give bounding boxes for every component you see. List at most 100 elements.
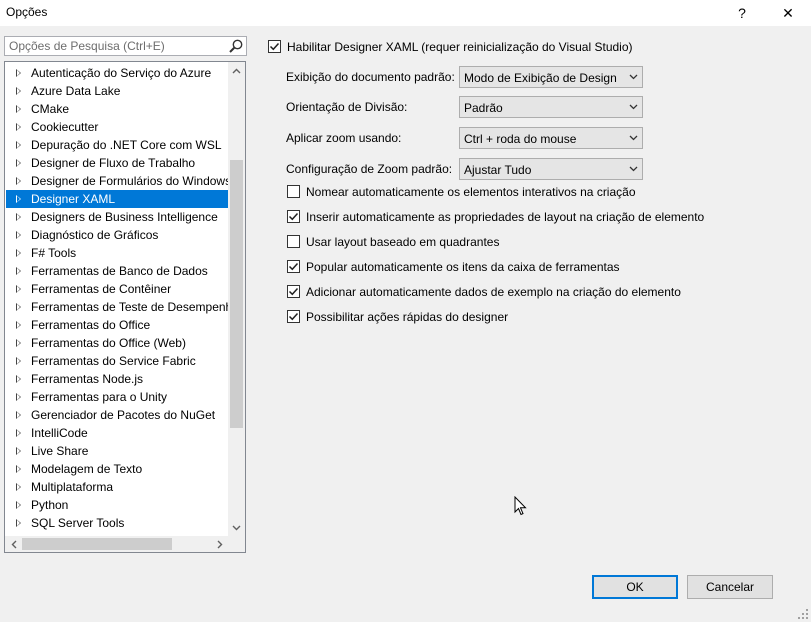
- checkmark-icon: [288, 262, 299, 271]
- tree-item-label: Autenticação do Serviço do Azure: [31, 66, 212, 80]
- tree-item-label: Ferramentas de Banco de Dados: [31, 264, 208, 278]
- expand-arrow-icon[interactable]: [16, 375, 21, 383]
- horizontal-scrollbar[interactable]: [5, 536, 228, 552]
- tree-item-sql-server-tools[interactable]: SQL Server Tools: [6, 514, 228, 532]
- search-icon[interactable]: [228, 38, 244, 54]
- search-box: [4, 36, 247, 56]
- scroll-left-icon[interactable]: [5, 536, 22, 552]
- checkmark-icon: [288, 287, 299, 296]
- tree-item-label: Gerenciador de Pacotes do NuGet: [31, 408, 216, 422]
- expand-arrow-icon[interactable]: [16, 357, 21, 365]
- default-zoom-value: Ajustar Tudo: [464, 163, 532, 177]
- tree-item-python[interactable]: Python: [6, 496, 228, 514]
- expand-arrow-icon[interactable]: [16, 339, 21, 347]
- tree-item-designer-formularios-windows[interactable]: Designer de Formulários do Windows: [6, 172, 228, 190]
- expand-arrow-icon[interactable]: [16, 249, 21, 257]
- tree-item-label: Ferramentas Node.js: [31, 372, 144, 386]
- expand-arrow-icon[interactable]: [16, 303, 21, 311]
- expand-arrow-icon[interactable]: [16, 177, 21, 185]
- zoom-using-select[interactable]: Ctrl + roda do mouse: [459, 127, 643, 149]
- expand-arrow-icon[interactable]: [16, 267, 21, 275]
- tree-item-depuracao-dotnet-wsl[interactable]: Depuração do .NET Core com WSL: [6, 136, 228, 154]
- expand-arrow-icon[interactable]: [16, 213, 21, 221]
- default-view-label: Exibição do documento padrão:: [286, 70, 455, 84]
- search-input[interactable]: [5, 37, 225, 55]
- close-button[interactable]: ✕: [766, 0, 810, 26]
- tree-item-ferramentas-teste-desempenho[interactable]: Ferramentas de Teste de Desempenho: [6, 298, 228, 316]
- enable-designer-checkbox[interactable]: [268, 40, 281, 53]
- auto-layout-props-checkbox[interactable]: [287, 210, 300, 223]
- tree-item-multiplataforma[interactable]: Multiplataforma: [6, 478, 228, 496]
- tree-item-gerenciador-nuget[interactable]: Gerenciador de Pacotes do NuGet: [6, 406, 228, 424]
- split-orientation-select[interactable]: Padrão: [459, 96, 643, 118]
- tree-item-fsharp-tools[interactable]: F# Tools: [6, 244, 228, 262]
- expand-arrow-icon[interactable]: [16, 105, 21, 113]
- expand-arrow-icon[interactable]: [16, 501, 21, 509]
- quick-actions-label: Possibilitar ações rápidas do designer: [306, 310, 509, 324]
- tree-item-diagnostico-graficos[interactable]: Diagnóstico de Gráficos: [6, 226, 228, 244]
- chevron-down-icon: [629, 166, 638, 172]
- expand-arrow-icon[interactable]: [16, 321, 21, 329]
- expand-arrow-icon[interactable]: [16, 123, 21, 131]
- expand-arrow-icon[interactable]: [16, 483, 21, 491]
- tree-item-label: Depuração do .NET Core com WSL: [31, 138, 222, 152]
- default-zoom-select[interactable]: Ajustar Tudo: [459, 158, 643, 180]
- auto-populate-toolbox-checkbox[interactable]: [287, 260, 300, 273]
- tree-item-cookiecutter[interactable]: Cookiecutter: [6, 118, 228, 136]
- tree-item-intellicode[interactable]: IntelliCode: [6, 424, 228, 442]
- tree-item-label: Live Share: [31, 444, 89, 458]
- tree-item-ferramentas-service-fabric[interactable]: Ferramentas do Service Fabric: [6, 352, 228, 370]
- tree-item-ferramentas-office-web[interactable]: Ferramentas do Office (Web): [6, 334, 228, 352]
- expand-arrow-icon[interactable]: [16, 141, 21, 149]
- tree-item-designers-business-intelligence[interactable]: Designers de Business Intelligence: [6, 208, 228, 226]
- tree-item-label: Designer XAML: [31, 192, 116, 206]
- vertical-scrollbar[interactable]: [228, 62, 245, 536]
- quick-actions-checkbox[interactable]: [287, 310, 300, 323]
- split-orientation-value: Padrão: [464, 101, 503, 115]
- scroll-down-icon[interactable]: [228, 519, 245, 536]
- vertical-scroll-thumb[interactable]: [230, 160, 243, 428]
- tree-item-label: Designer de Formulários do Windows: [31, 174, 228, 188]
- tree-item-ferramentas-office[interactable]: Ferramentas do Office: [6, 316, 228, 334]
- expand-arrow-icon[interactable]: [16, 195, 21, 203]
- tree-item-ferramentas-banco-dados[interactable]: Ferramentas de Banco de Dados: [6, 262, 228, 280]
- tree-item-designer-fluxo-trabalho[interactable]: Designer de Fluxo de Trabalho: [6, 154, 228, 172]
- tree-item-designer-xaml[interactable]: Designer XAML: [6, 190, 228, 208]
- tree-item-live-share[interactable]: Live Share: [6, 442, 228, 460]
- expand-arrow-icon[interactable]: [16, 87, 21, 95]
- tree-item-azure-data-lake[interactable]: Azure Data Lake: [6, 82, 228, 100]
- expand-arrow-icon[interactable]: [16, 465, 21, 473]
- expand-arrow-icon[interactable]: [16, 447, 21, 455]
- ok-button[interactable]: OK: [592, 575, 678, 599]
- expand-arrow-icon[interactable]: [16, 393, 21, 401]
- expand-arrow-icon[interactable]: [16, 285, 21, 293]
- resize-grip-icon[interactable]: [797, 608, 809, 620]
- tree-item-ferramentas-conteiner[interactable]: Ferramentas de Contêiner: [6, 280, 228, 298]
- tree-item-ferramentas-nodejs[interactable]: Ferramentas Node.js: [6, 370, 228, 388]
- expand-arrow-icon[interactable]: [16, 231, 21, 239]
- auto-name-checkbox[interactable]: [287, 185, 300, 198]
- scroll-right-icon[interactable]: [211, 536, 228, 552]
- tree-item-cmake[interactable]: CMake: [6, 100, 228, 118]
- scroll-up-icon[interactable]: [228, 62, 245, 79]
- tree-item-modelagem-texto[interactable]: Modelagem de Texto: [6, 460, 228, 478]
- tree-item-label: Cookiecutter: [31, 120, 99, 134]
- checkmark-icon: [288, 212, 299, 221]
- quadrant-layout-checkbox[interactable]: [287, 235, 300, 248]
- expand-arrow-icon[interactable]: [16, 159, 21, 167]
- expand-arrow-icon[interactable]: [16, 429, 21, 437]
- expand-arrow-icon[interactable]: [16, 519, 21, 527]
- default-view-select[interactable]: Modo de Exibição de Design: [459, 66, 643, 88]
- sample-data-checkbox[interactable]: [287, 285, 300, 298]
- chevron-down-icon: [629, 104, 638, 110]
- tree-item-label: CMake: [31, 102, 70, 116]
- cancel-button[interactable]: Cancelar: [687, 575, 773, 599]
- expand-arrow-icon[interactable]: [16, 69, 21, 77]
- tree-item-ferramentas-unity[interactable]: Ferramentas para o Unity: [6, 388, 228, 406]
- expand-arrow-icon[interactable]: [16, 411, 21, 419]
- help-button[interactable]: ?: [720, 0, 764, 26]
- auto-populate-toolbox-label: Popular automaticamente os itens da caix…: [306, 260, 620, 274]
- horizontal-scroll-thumb[interactable]: [22, 538, 172, 550]
- tree-item-autenticacao-azure[interactable]: Autenticação do Serviço do Azure: [6, 64, 228, 82]
- checkmark-icon: [288, 312, 299, 321]
